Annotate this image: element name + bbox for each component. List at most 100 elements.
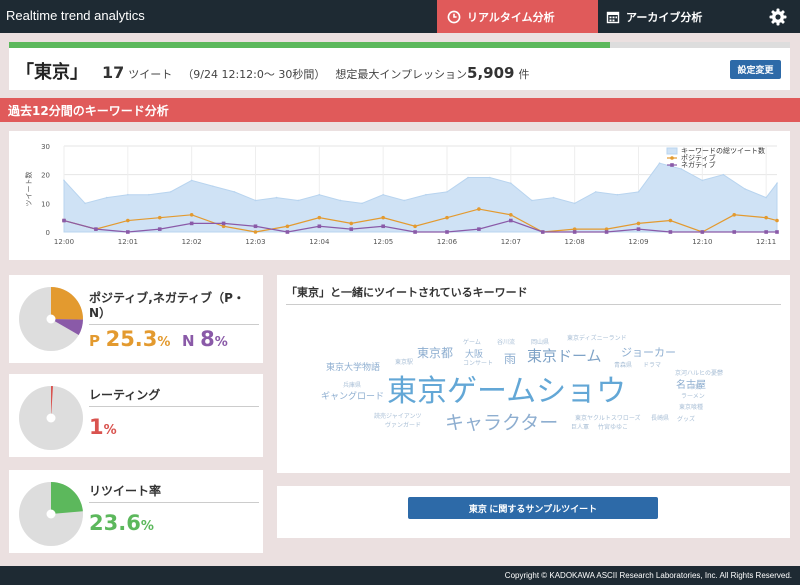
total-tweets-point	[84, 202, 86, 205]
negative-point	[94, 227, 98, 231]
negative-point	[221, 221, 226, 226]
legend-marker-negative	[670, 163, 674, 167]
keyword-cloud-word[interactable]: ゲーム	[463, 337, 481, 346]
summary-line: 「東京」 17 ツイート （9/24 12:12:0〜 30秒間） 想定最大イン…	[16, 58, 530, 84]
pie-center-hole	[46, 314, 56, 324]
rating-unit: %	[103, 423, 117, 438]
x-tick-label: 12:10	[692, 238, 712, 246]
x-tick-label: 12:01	[118, 238, 138, 246]
clock-icon	[447, 10, 461, 23]
negative-point	[764, 230, 768, 234]
total-tweets-point	[701, 179, 704, 182]
total-tweets-point	[531, 199, 533, 202]
keyword-cloud-word[interactable]: 竹宮ゆゆこ	[598, 422, 628, 431]
tab-archive-analysis[interactable]: アーカイブ分析	[606, 0, 746, 33]
positive-point	[477, 207, 481, 211]
legend-swatch-total	[666, 147, 678, 155]
total-tweets-point	[190, 179, 193, 182]
positive-negative-values: P 25.3% N 8%	[89, 327, 228, 351]
total-tweets-point	[169, 191, 172, 193]
total-tweets-point	[148, 193, 150, 196]
brand-title: Realtime trend analytics	[6, 8, 145, 23]
keyword-cloud-word[interactable]: ラーメン	[681, 391, 705, 400]
x-tick-label: 12:02	[182, 238, 202, 246]
keyword-cloud-word[interactable]: 東京大学物語	[326, 360, 380, 373]
total-tweets-point	[361, 202, 363, 205]
keyword-cloud-word[interactable]: 東京ヤクルトスワローズ	[575, 413, 641, 422]
y-tick-label: 20	[41, 172, 50, 180]
keyword-cloud-word[interactable]: ドラマ	[643, 360, 661, 369]
tweet-count: 17	[102, 63, 125, 82]
retweet-value: 23.6	[89, 511, 141, 535]
tab-archive-label: アーカイブ分析	[626, 10, 703, 24]
impression-label: 想定最大インプレッション	[335, 68, 468, 81]
keyword-cloud-word[interactable]: 東京都	[417, 344, 453, 361]
sample-tweet-panel: 東京 に関するサンプルツイート	[277, 486, 790, 538]
positive-point	[157, 215, 162, 220]
keyword-cloud-word[interactable]: 長崎県	[651, 413, 669, 422]
keyword-cloud-word[interactable]: ギャングロード	[321, 389, 384, 402]
section-header: 過去12分間のキーワード分析	[0, 98, 800, 122]
keyword-cloud-word[interactable]: 巨人軍	[571, 422, 589, 431]
x-tick-label: 12:09	[628, 238, 648, 246]
keyword-cloud-word[interactable]: ヴァンガード	[385, 420, 421, 429]
negative-point	[572, 230, 577, 234]
y-tick-label: 10	[41, 200, 50, 208]
x-tick-label: 12:05	[373, 238, 393, 246]
rating-values: 1%	[89, 415, 117, 439]
positive-point	[126, 218, 130, 223]
total-tweets-point	[254, 199, 257, 202]
keyword-cloud-word[interactable]: 東京駅	[395, 357, 413, 366]
keyword-cloud-word[interactable]: 東京ゲームショウ	[387, 366, 626, 410]
negative-point	[509, 218, 513, 223]
retweet-unit: %	[140, 519, 154, 534]
keyword-cloud-word[interactable]: 京河ハルヒの憂鬱	[675, 368, 723, 377]
tab-realtime-analysis[interactable]: リアルタイム分析	[437, 0, 598, 33]
negative-point	[668, 230, 673, 234]
y-axis-label: ツイート数	[24, 172, 33, 207]
keyword-cloud-word[interactable]: 青森県	[614, 360, 632, 369]
total-tweets-point	[573, 202, 576, 205]
negative-point	[317, 224, 322, 229]
positive-letter: P	[89, 332, 100, 350]
total-tweets-point	[127, 193, 129, 196]
rating-value: 1	[89, 415, 104, 439]
update-progress-fill	[9, 42, 611, 48]
keyword-cloud-word[interactable]: 東京ドーム	[527, 345, 602, 366]
negative-point	[700, 230, 705, 234]
negative-point	[62, 218, 66, 223]
keyword-cloud-word[interactable]: 雨	[504, 350, 516, 367]
x-tick-label: 12:03	[245, 238, 265, 246]
total-tweets-point	[488, 176, 491, 179]
positive-point	[445, 215, 449, 220]
total-tweets-point	[467, 176, 469, 179]
keyword-cloud-word[interactable]: 読売ジャイアンツ	[374, 411, 421, 420]
trend-chart: 0 10 20 30 12:00 12:01 12:02 12:03 12:04 12:05 12:…	[24, 143, 779, 246]
x-tick-label: 12:11	[756, 238, 776, 246]
keyword-cloud-word[interactable]: 東京ディズニーランド	[567, 333, 627, 342]
total-tweets-point	[425, 193, 427, 196]
x-tick-label: 12:04	[309, 238, 330, 246]
keyword-cloud-word[interactable]: 兵庫県	[343, 380, 361, 389]
sample-tweet-button[interactable]: 東京 に関するサンプルツイート	[408, 497, 658, 519]
positive-point	[732, 213, 737, 217]
calendar-icon	[606, 11, 620, 23]
total-tweets-point	[765, 196, 767, 199]
keyword-cloud-word[interactable]: 東京喰種	[679, 402, 703, 411]
keyword-cloud-word[interactable]: 岡山県	[531, 337, 549, 346]
gear-icon[interactable]	[769, 8, 787, 26]
negative-value: 8	[200, 327, 215, 351]
keyword-cloud-word[interactable]: ジョーカー	[621, 344, 676, 360]
keyword-cloud-word[interactable]: コンサート	[463, 358, 493, 367]
x-tick-label: 12:08	[565, 238, 585, 246]
positive-point	[413, 224, 417, 229]
keyword-cloud-word[interactable]: 千葉	[689, 382, 701, 391]
x-tick-label: 12:07	[501, 238, 521, 246]
keyword-cloud-word[interactable]: キャラクター	[445, 408, 558, 435]
x-tick-label: 12:00	[54, 238, 74, 246]
keyword-cloud-word[interactable]: グッズ	[677, 414, 695, 423]
positive-point	[381, 215, 385, 220]
keyword-cloud-word[interactable]: 谷川流	[497, 337, 515, 346]
y-tick-label: 0	[46, 229, 50, 237]
settings-change-button[interactable]: 設定変更	[730, 60, 781, 79]
